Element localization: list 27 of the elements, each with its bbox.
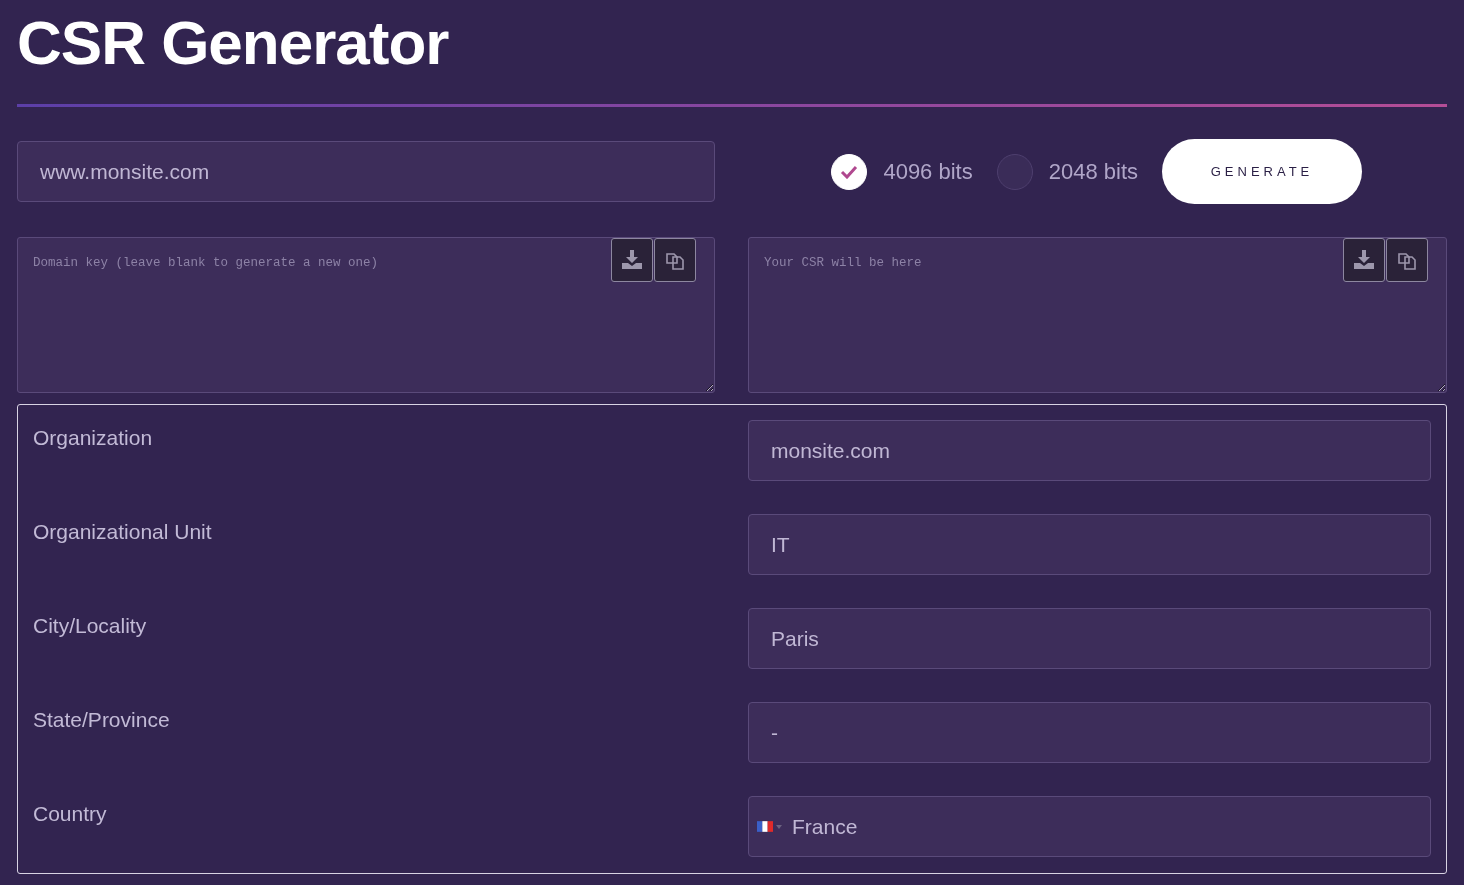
text-area[interactable]: Domain key (leave blank to generate a new one) [17,237,715,393]
country-select[interactable]: France [748,796,1431,857]
download-icon [1353,250,1375,270]
input-field[interactable]: Paris [748,608,1431,669]
download-icon [621,250,643,270]
download-button[interactable] [611,238,653,282]
caret-icon [776,824,782,829]
field-label: State/Province [33,707,171,733]
generate-button[interactable]: GENERATE [1162,139,1362,204]
copy-button[interactable] [654,238,696,282]
field-label: City/Locality [33,613,148,639]
key-size-radio[interactable]: 4096 bits [831,153,973,190]
country-value[interactable]: France [790,814,1422,839]
field-label: Country [33,801,108,827]
field-label: Organizational Unit [33,519,213,545]
flag-icon [757,821,773,832]
field-label: Organization [33,425,154,451]
flag-dropdown[interactable] [757,821,782,832]
input-field[interactable]: monsite.com [748,420,1431,481]
download-button[interactable] [1343,238,1385,282]
copy-button[interactable] [1386,238,1428,282]
key-size-radio[interactable]: 2048 bits [996,153,1138,190]
page-title: CSR Generator [17,7,450,78]
text-area[interactable]: Your CSR will be here [748,237,1447,393]
input-field[interactable]: - [748,702,1431,763]
input-field[interactable]: IT [748,514,1431,575]
domain-field[interactable]: www.monsite.com [17,141,715,202]
